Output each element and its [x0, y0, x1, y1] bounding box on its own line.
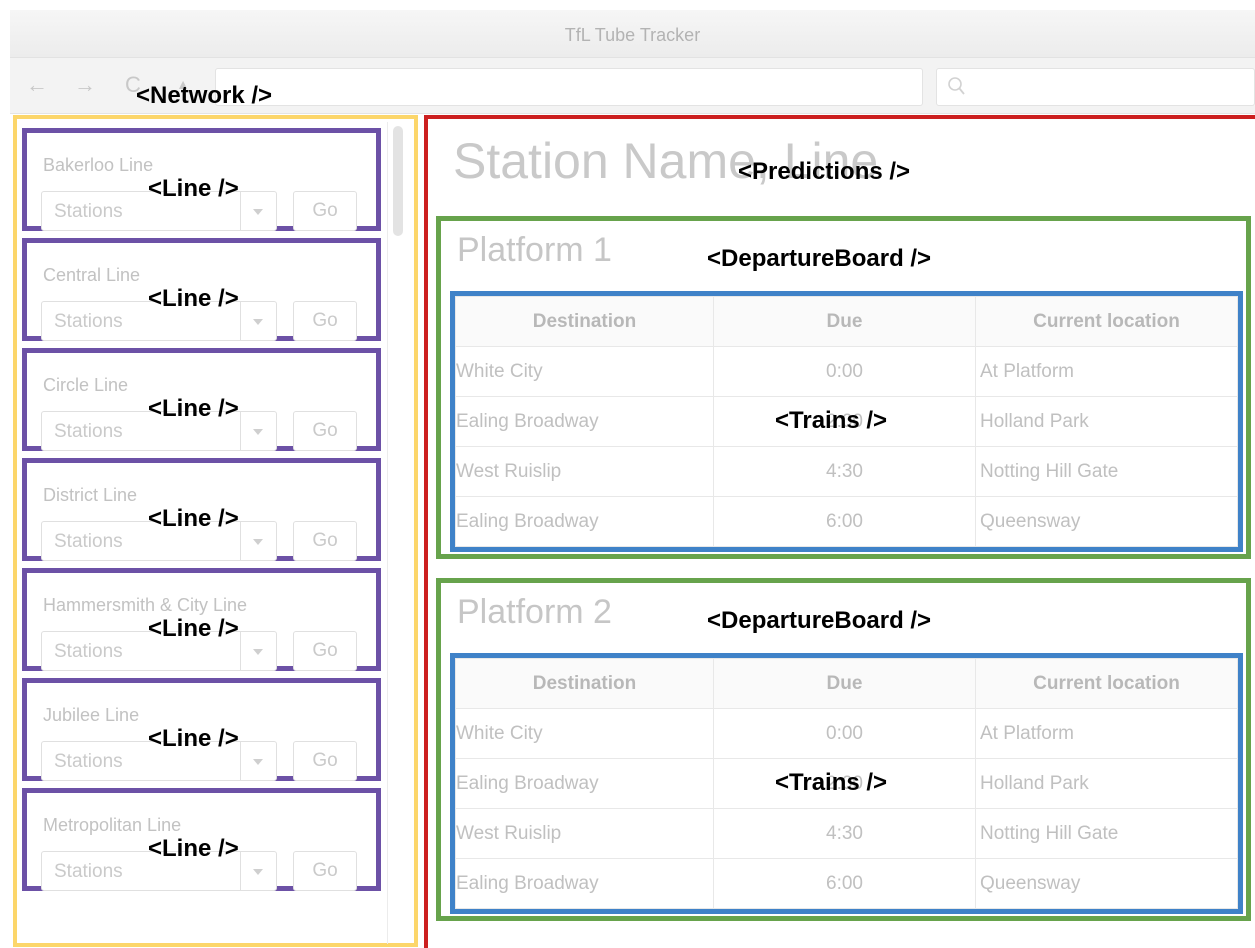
station-select-placeholder: Stations — [54, 641, 123, 662]
line-card: Metropolitan Line Stations Go <Line /> — [22, 788, 381, 891]
chevron-down-icon — [253, 429, 263, 435]
network-scrollbar[interactable] — [387, 122, 409, 944]
due-cell: 0:00 — [713, 346, 976, 397]
line-label: <Line /> — [148, 725, 239, 752]
destination-cell: Ealing Broadway — [455, 396, 714, 447]
location-cell: Queensway — [975, 496, 1238, 547]
app-window: TfL Tube Tracker ← → C ▲ <Network /> Bak… — [0, 0, 1255, 948]
location-cell: Notting Hill Gate — [975, 808, 1238, 859]
trains-table-wrapper: Destination Due Current location White C… — [450, 653, 1243, 914]
line-card: Circle Line Stations Go <Line /> — [22, 348, 381, 451]
destination-cell: Ealing Broadway — [455, 858, 714, 909]
departure-board-label: <DepartureBoard /> — [707, 607, 932, 634]
destination-cell: Ealing Broadway — [455, 758, 714, 809]
line-name: Metropolitan Line — [43, 815, 182, 835]
line-card: District Line Stations Go <Line /> — [22, 458, 381, 561]
table-header-row: Destination Due Current location — [455, 658, 1238, 709]
line-label: <Line /> — [148, 835, 239, 862]
forward-arrow-icon[interactable]: → — [72, 72, 98, 98]
chevron-down-icon — [253, 319, 263, 325]
back-arrow-icon[interactable]: ← — [24, 72, 50, 98]
table-row: White City 0:00 At Platform — [455, 346, 1238, 397]
go-button[interactable]: Go — [293, 851, 357, 891]
destination-cell: West Ruislip — [455, 446, 714, 497]
departure-board: Platform 1 <DepartureBoard /> Destinatio… — [436, 216, 1251, 559]
destination-cell: White City — [455, 708, 714, 759]
trains-label: <Trains /> — [775, 769, 888, 796]
table-row: West Ruislip 4:30 Notting Hill Gate — [455, 808, 1238, 859]
station-select-placeholder: Stations — [54, 861, 123, 882]
line-label: <Line /> — [148, 285, 239, 312]
table-row: White City 0:00 At Platform — [455, 708, 1238, 759]
due-cell: 4:30 — [713, 446, 976, 497]
predictions-label: <Predictions /> — [738, 158, 911, 185]
location-cell: Holland Park — [975, 758, 1238, 809]
line-name: Jubilee Line — [43, 705, 140, 725]
due-cell: 4:30 — [713, 808, 976, 859]
location-cell: At Platform — [975, 346, 1238, 397]
station-select-placeholder: Stations — [54, 421, 123, 442]
trains-table-wrapper: Destination Due Current location White C… — [450, 291, 1243, 552]
scrollbar-thumb[interactable] — [393, 126, 403, 236]
destination-cell: White City — [455, 346, 714, 397]
go-button[interactable]: Go — [293, 191, 357, 231]
location-cell: At Platform — [975, 708, 1238, 759]
line-name: Central Line — [43, 265, 141, 285]
go-button[interactable]: Go — [293, 631, 357, 671]
column-header: Current location — [975, 296, 1238, 347]
column-header: Destination — [455, 658, 714, 709]
line-card: Hammersmith & City Line Stations Go <Lin… — [22, 568, 381, 671]
chevron-down-icon — [253, 209, 263, 215]
line-card: Jubilee Line Stations Go <Line /> — [22, 678, 381, 781]
station-select-placeholder: Stations — [54, 201, 123, 222]
station-select-placeholder: Stations — [54, 531, 123, 552]
go-button[interactable]: Go — [293, 741, 357, 781]
line-name: Circle Line — [43, 375, 129, 395]
line-label: <Line /> — [148, 175, 239, 202]
due-cell: 0:00 — [713, 708, 976, 759]
column-header: Current location — [975, 658, 1238, 709]
departure-board: Platform 2 <DepartureBoard /> Destinatio… — [436, 578, 1251, 921]
chevron-down-icon — [253, 539, 263, 545]
table-row: West Ruislip 4:30 Notting Hill Gate — [455, 446, 1238, 497]
departure-board-label: <DepartureBoard /> — [707, 245, 932, 272]
due-cell: 6:00 — [713, 858, 976, 909]
column-header: Destination — [455, 296, 714, 347]
column-header: Due — [713, 296, 976, 347]
table-row: Ealing Broadway 6:00 Queensway — [455, 858, 1238, 909]
line-name: District Line — [43, 485, 138, 505]
chevron-down-icon — [253, 649, 263, 655]
destination-cell: West Ruislip — [455, 808, 714, 859]
location-cell: Queensway — [975, 858, 1238, 909]
due-cell: 6:00 — [713, 496, 976, 547]
line-name: Bakerloo Line — [43, 155, 154, 175]
address-bar[interactable] — [215, 68, 923, 106]
search-icon — [948, 77, 965, 95]
location-cell: Holland Park — [975, 396, 1238, 447]
location-cell: Notting Hill Gate — [975, 446, 1238, 497]
go-button[interactable]: Go — [293, 301, 357, 341]
window-title: TfL Tube Tracker — [10, 10, 1255, 58]
line-card: Bakerloo Line Stations Go <Line /> — [22, 128, 381, 231]
platform-title: Platform 1 — [457, 231, 612, 269]
destination-cell: Ealing Broadway — [455, 496, 714, 547]
line-label: <Line /> — [148, 615, 239, 642]
network-label: <Network /> — [136, 82, 273, 109]
table-row: Ealing Broadway 6:00 Queensway — [455, 496, 1238, 547]
trains-label: <Trains /> — [775, 407, 888, 434]
station-select-placeholder: Stations — [54, 751, 123, 772]
search-input[interactable] — [936, 68, 1255, 106]
platform-title: Platform 2 — [457, 593, 612, 631]
go-button[interactable]: Go — [293, 521, 357, 561]
station-select-placeholder: Stations — [54, 311, 123, 332]
column-header: Due — [713, 658, 976, 709]
chevron-down-icon — [253, 759, 263, 765]
chevron-down-icon — [253, 869, 263, 875]
line-name: Hammersmith & City Line — [43, 595, 248, 615]
line-label: <Line /> — [148, 395, 239, 422]
go-button[interactable]: Go — [293, 411, 357, 451]
line-card: Central Line Stations Go <Line /> — [22, 238, 381, 341]
table-header-row: Destination Due Current location — [455, 296, 1238, 347]
line-label: <Line /> — [148, 505, 239, 532]
